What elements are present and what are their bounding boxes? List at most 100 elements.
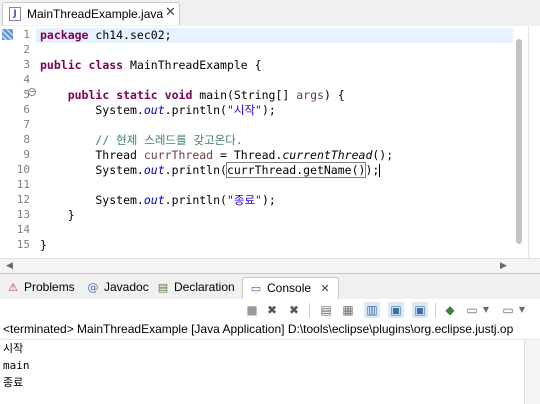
editor-horizontal-scrollbar[interactable]: ◀ ▶: [0, 258, 540, 274]
show-on-stderr-icon[interactable]: ▣: [412, 302, 428, 318]
code-token: out: [143, 103, 165, 117]
code-token: static: [116, 88, 158, 102]
code-token: currentThread: [282, 148, 373, 162]
code-line[interactable]: Thread currThread = Thread.currentThread…: [40, 148, 393, 163]
code-line[interactable]: }: [40, 208, 75, 223]
code-editor[interactable]: 1 2 3 4 5 6 7 8 9 10 11 12 13 14 15 − package ch14.sec…: [0, 26, 540, 274]
scroll-right-icon[interactable]: ▶: [500, 261, 507, 271]
code-token: currThread: [143, 148, 214, 162]
tab-console[interactable]: ▭ Console ✕: [242, 277, 339, 299]
javadoc-icon: @: [87, 281, 99, 294]
code-token: currThread.getName(): [225, 162, 367, 178]
chevron-down-icon[interactable]: ▼: [514, 302, 530, 318]
code-token: args: [296, 88, 324, 102]
code-token: = Thread.: [213, 148, 283, 162]
scroll-left-icon[interactable]: ◀: [6, 261, 13, 271]
show-on-stdout-icon[interactable]: ▣: [388, 302, 404, 318]
code-token: System.: [40, 103, 144, 117]
line-number: 6: [23, 103, 30, 116]
line-number: 12: [16, 193, 30, 206]
console-status-text: <terminated> MainThreadExample [Java App…: [3, 322, 514, 336]
tab-declaration[interactable]: ▤ Declaration: [156, 277, 235, 298]
tab-problems-label: Problems: [24, 280, 75, 294]
editor-tab-label: MainThreadExample.java: [27, 7, 164, 21]
line-number: 13: [16, 208, 30, 221]
code-token: System.: [40, 163, 144, 177]
console-vertical-scrollbar[interactable]: [524, 340, 540, 404]
java-file-icon: J: [9, 7, 21, 21]
editor-tab-bar: J MainThreadExample.java ✕: [0, 0, 540, 27]
code-token: ) {: [323, 88, 345, 102]
line-number: 3: [23, 58, 30, 71]
tab-javadoc-label: Javadoc: [104, 280, 149, 294]
code-token: );: [365, 163, 380, 177]
line-number: 14: [16, 223, 30, 236]
declaration-icon: ▤: [157, 281, 169, 294]
console-output[interactable]: 시작 main 종료: [0, 339, 540, 404]
code-token: );: [261, 193, 276, 207]
code-token: .println(: [164, 163, 227, 177]
code-token: ch14.sec02;: [88, 28, 172, 42]
editor-tab-main-thread-example[interactable]: J MainThreadExample.java ✕: [2, 2, 180, 25]
close-icon[interactable]: ✕: [320, 282, 329, 295]
line-number: 1: [23, 28, 30, 41]
code-token: Thread: [40, 148, 144, 162]
close-icon[interactable]: ✕: [165, 5, 176, 20]
line-number: 8: [23, 133, 30, 146]
tab-problems[interactable]: ⚠ Problems: [6, 277, 75, 298]
views-tab-bar: ⚠ Problems @ Javadoc ▤ Declaration ▭ Console…: [0, 273, 540, 300]
line-number: 7: [23, 118, 30, 131]
console-icon: ▭: [250, 282, 262, 295]
remove-all-terminated-icon[interactable]: ✖: [286, 302, 302, 318]
problems-icon: ⚠: [8, 281, 18, 294]
code-token: main(String[]: [192, 88, 297, 102]
code-token: out: [143, 193, 165, 207]
overview-ruler[interactable]: [528, 26, 540, 258]
clear-console-icon[interactable]: ▤: [318, 302, 334, 318]
line-number: 10: [16, 163, 30, 176]
remove-launch-icon[interactable]: ✖: [264, 302, 280, 318]
code-line[interactable]: public class MainThreadExample {: [40, 58, 262, 73]
code-token: MainThreadExample {: [123, 58, 262, 72]
code-line[interactable]: // 현제 스레드를 갖고온다.: [40, 133, 242, 148]
line-number-ruler: 1 2 3 4 5 6 7 8 9 10 11 12 13 14 15: [0, 26, 34, 258]
code-token: "종료": [226, 193, 262, 207]
code-line[interactable]: package ch14.sec02;: [40, 28, 172, 43]
code-line[interactable]: System.out.println(currThread.getName())…: [40, 162, 381, 178]
code-token: class: [88, 58, 124, 72]
code-token: public: [67, 88, 110, 102]
fold-toggle-icon[interactable]: −: [28, 88, 36, 96]
code-token: public: [40, 58, 82, 72]
code-token: System.: [40, 193, 144, 207]
code-token: void: [164, 88, 193, 102]
console-output-line: main: [3, 359, 30, 372]
line-number: 4: [23, 73, 30, 86]
line-number: 5: [23, 88, 30, 101]
scroll-lock-icon[interactable]: ▦: [340, 302, 356, 318]
tab-javadoc[interactable]: @ Javadoc: [86, 277, 149, 298]
terminate-icon[interactable]: ■: [244, 302, 260, 318]
code-line[interactable]: System.out.println("종료");: [40, 193, 276, 208]
code-line[interactable]: System.out.println("시작");: [40, 103, 276, 118]
code-token: }: [40, 208, 75, 222]
code-token: );: [261, 103, 276, 117]
code-token: package: [40, 28, 89, 42]
chevron-down-icon[interactable]: ▼: [478, 302, 494, 318]
tab-console-label: Console: [267, 281, 312, 295]
text-caret: [379, 164, 381, 177]
line-number: 2: [23, 43, 30, 56]
pin-console-icon[interactable]: ◆: [442, 302, 458, 318]
code-token: ();: [372, 148, 394, 162]
code-line[interactable]: }: [40, 238, 47, 253]
tab-declaration-label: Declaration: [174, 280, 235, 294]
code-token: out: [143, 163, 165, 177]
code-line[interactable]: public static void main(String[] args) {: [40, 88, 345, 103]
word-wrap-icon[interactable]: ▥: [364, 302, 380, 318]
editor-scroll-thumb[interactable]: [516, 39, 522, 244]
console-toolbar: ■ ✖ ✖ ▤ ▦ ▥ ▣ ▣ ◆ ▭ ▼ ▭ ▼: [0, 299, 540, 321]
code-token: "시작": [226, 103, 262, 117]
toolbar-separator: [435, 303, 436, 318]
